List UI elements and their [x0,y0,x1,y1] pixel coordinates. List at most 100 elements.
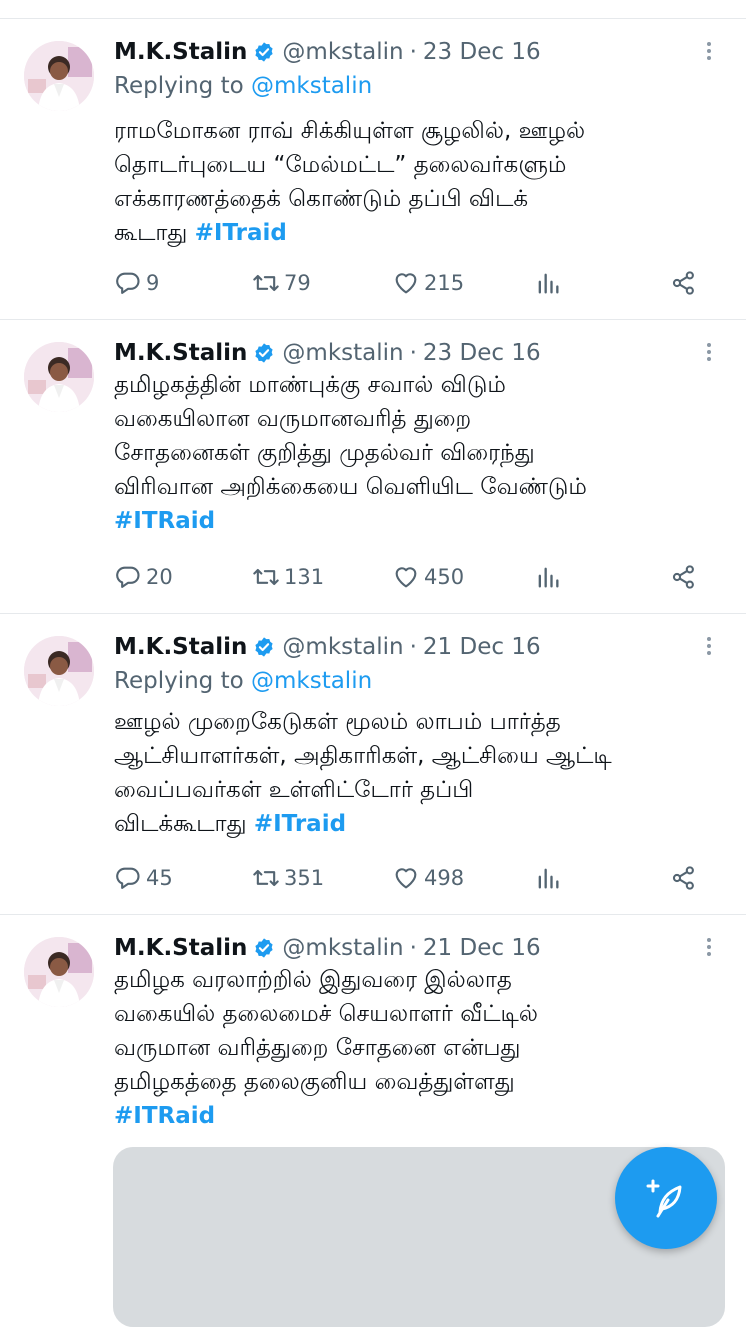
hashtag-link[interactable]: #ITraid [195,220,287,246]
verified-badge-icon [255,637,274,657]
reply-icon [116,867,140,889]
tweet[interactable]: M.K.Stalin @mkstalin · 23 Dec 16 Replyin… [0,19,746,320]
reply-icon [116,566,140,588]
hashtag-link[interactable]: #ITRaid [114,508,215,534]
share-button[interactable] [670,266,702,300]
tweet-text-line: வகையில் தலைமைச் செயலாளர் வீட்டில் [114,1001,538,1027]
author-name[interactable]: M.K.Stalin [114,935,247,961]
reply-button[interactable]: 9 [114,266,159,300]
retweet-button[interactable]: 351 [252,861,324,895]
action-bar: 20 131 450 [114,560,714,594]
like-count: 498 [424,866,465,890]
tweet-text-line: வைப்பவர்கள் உள்ளிட்டோர் தப்பி [114,777,474,803]
more-options-icon[interactable] [698,39,720,65]
views-icon [538,273,559,294]
separator-dot: · [409,39,417,65]
author-handle[interactable]: @mkstalin [282,935,403,961]
more-options-icon[interactable] [698,935,720,961]
compose-tweet-button[interactable] [615,1147,717,1249]
share-icon [672,271,694,295]
replying-to-link[interactable]: @mkstalin [251,73,372,99]
avatar[interactable] [24,937,94,1007]
more-options-icon[interactable] [698,340,720,366]
share-icon [672,565,694,589]
replying-to: Replying to @mkstalin [114,668,372,694]
more-options-icon[interactable] [698,634,720,660]
tweet-date[interactable]: 21 Dec 16 [423,935,541,961]
tweet-text-line: ஊழல் முறைகேடுகள் மூலம் லாபம் பார்த்த [114,709,561,735]
heart-icon [395,567,417,588]
avatar[interactable] [24,636,94,706]
share-button[interactable] [670,861,702,895]
tweet-text-line: விடக்கூடாது [114,811,254,837]
verified-badge-icon [255,938,274,958]
author-name[interactable]: M.K.Stalin [114,39,247,65]
tweet-text: தமிழக வரலாற்றில் இதுவரை இல்லாத வகையில் த… [114,963,730,1133]
author-handle[interactable]: @mkstalin [282,634,403,660]
tweet-text-line: தமிழகத்தை தலைகுனிய வைத்துள்ளது [114,1069,515,1095]
reply-count: 20 [146,565,173,589]
tweet-date[interactable]: 21 Dec 16 [423,634,541,660]
hashtag-link[interactable]: #ITRaid [114,1103,215,1129]
tweet-text-line: தொடர்புடைய “மேல்மட்ட” தலைவர்களும் [114,152,567,178]
tweet-text-line: வகையிலான வருமானவரித் துறை [114,406,472,432]
replying-to-link[interactable]: @mkstalin [251,668,372,694]
retweet-button[interactable]: 79 [252,266,311,300]
verified-badge-icon [255,343,274,363]
retweet-icon [253,869,279,887]
tweet[interactable]: M.K.Stalin @mkstalin · 21 Dec 16 Replyin… [0,614,746,915]
tweet-text-line: ராமமோகன ராவ் சிக்கியுள்ள சூழலில், ஊழல் [114,118,586,144]
views-icon [538,567,559,588]
views-button[interactable] [534,861,566,895]
reply-count: 9 [146,271,160,295]
author-name[interactable]: M.K.Stalin [114,634,247,660]
share-button[interactable] [670,560,702,594]
tweet-text: தமிழகத்தின் மாண்புக்கு சவால் விடும் வகைய… [114,368,730,538]
retweet-count: 79 [284,271,311,295]
action-bar: 9 79 215 [114,266,714,300]
tweet-date[interactable]: 23 Dec 16 [423,39,541,65]
tweet[interactable]: M.K.Stalin @mkstalin · 23 Dec 16 தமிழகத்… [0,320,746,614]
like-button[interactable]: 450 [392,560,464,594]
replying-label: Replying to [114,73,251,99]
separator-dot: · [409,634,417,660]
retweet-count: 351 [284,866,325,890]
like-button[interactable]: 215 [392,266,464,300]
reply-button[interactable]: 45 [114,861,173,895]
replying-label: Replying to [114,668,251,694]
tweet-text-line: சோதனைகள் குறித்து முதல்வர் விரைந்து [114,440,535,466]
retweet-button[interactable]: 131 [252,560,324,594]
compose-feather-icon [646,1179,682,1218]
tweet-text-line: வருமான வரித்துறை சோதனை என்பது [114,1035,521,1061]
avatar[interactable] [24,342,94,412]
retweet-icon [253,274,279,292]
views-button[interactable] [534,560,566,594]
retweet-count: 131 [284,565,325,589]
tweet-text-line: விரிவான அறிக்கையை வெளியிட வேண்டும் [114,474,587,500]
views-button[interactable] [534,266,566,300]
author-handle[interactable]: @mkstalin [282,39,403,65]
reply-button[interactable]: 20 [114,560,173,594]
author-name[interactable]: M.K.Stalin [114,340,247,366]
share-icon [672,866,694,890]
separator-dot: · [409,340,417,366]
like-count: 215 [424,271,465,295]
avatar[interactable] [24,41,94,111]
replying-to: Replying to @mkstalin [114,73,372,99]
top-divider [0,0,746,19]
hashtag-link[interactable]: #ITraid [254,811,346,837]
like-button[interactable]: 498 [392,861,464,895]
author-handle[interactable]: @mkstalin [282,340,403,366]
tweet-text-line: தமிழக வரலாற்றில் இதுவரை இல்லாத [114,967,512,993]
tweet-date[interactable]: 23 Dec 16 [423,340,541,366]
like-count: 450 [424,565,465,589]
tweet-text-line: எக்காரணத்தைக் கொண்டும் தப்பி விடக் [114,186,529,212]
tweet-text-line: தமிழகத்தின் மாண்புக்கு சவால் விடும் [114,372,506,398]
heart-icon [395,868,417,889]
tweet-text-line: ஆட்சியாளர்கள், அதிகாரிகள், ஆட்சியை ஆட்டி [114,743,612,769]
verified-badge-icon [255,42,274,62]
tweet-text: ஊழல் முறைகேடுகள் மூலம் லாபம் பார்த்த ஆட்… [114,705,730,841]
tweet-text-line: கூடாது [114,220,195,246]
heart-icon [395,273,417,294]
reply-count: 45 [146,866,173,890]
